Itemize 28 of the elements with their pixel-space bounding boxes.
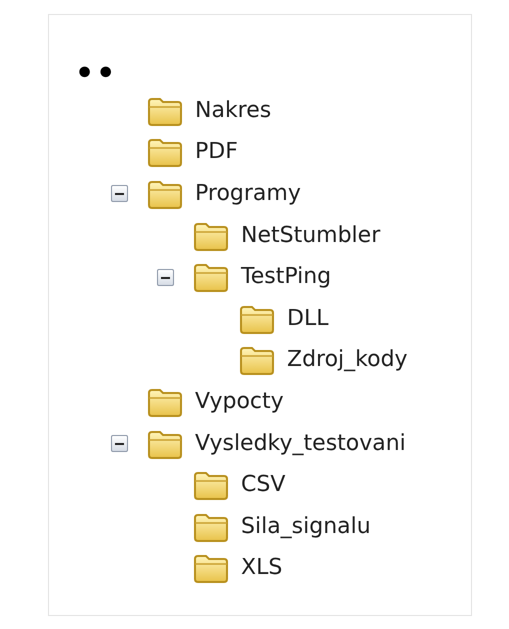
folder-label[interactable]: CSV [241,471,286,500]
folder-label[interactable]: TestPing [241,263,332,292]
folder-icon [239,304,275,334]
folder-label[interactable]: DLL [287,304,328,333]
folder-label[interactable]: Nakres [195,96,272,125]
collapse-toggle[interactable] [157,268,174,286]
folder-icon [147,137,183,168]
folder-icon [193,262,229,292]
folder-icon [147,96,183,126]
folder-label[interactable]: Sila_signalu [241,512,371,541]
folder-icon [193,470,229,500]
folder-icon [193,553,229,584]
folder-label[interactable]: NetStumbler [241,222,380,250]
folder-label[interactable]: Zdroj_kody [287,346,408,374]
collapse-toggle[interactable] [111,435,128,452]
tree-root-label[interactable]: •• [75,56,118,91]
folder-icon [193,220,229,251]
folder-icon [193,512,229,542]
folder-label[interactable]: Programy [195,180,301,208]
folder-label[interactable]: Vypocty [195,388,284,416]
folder-icon [147,428,183,459]
folder-icon [147,386,183,417]
folder-icon [147,178,183,209]
folder-label[interactable]: XLS [241,554,282,582]
folder-label[interactable]: PDF [195,138,238,166]
folder-icon [239,345,275,376]
collapse-toggle[interactable] [111,185,128,202]
folder-label[interactable]: Vysledky_testovani [195,430,406,458]
